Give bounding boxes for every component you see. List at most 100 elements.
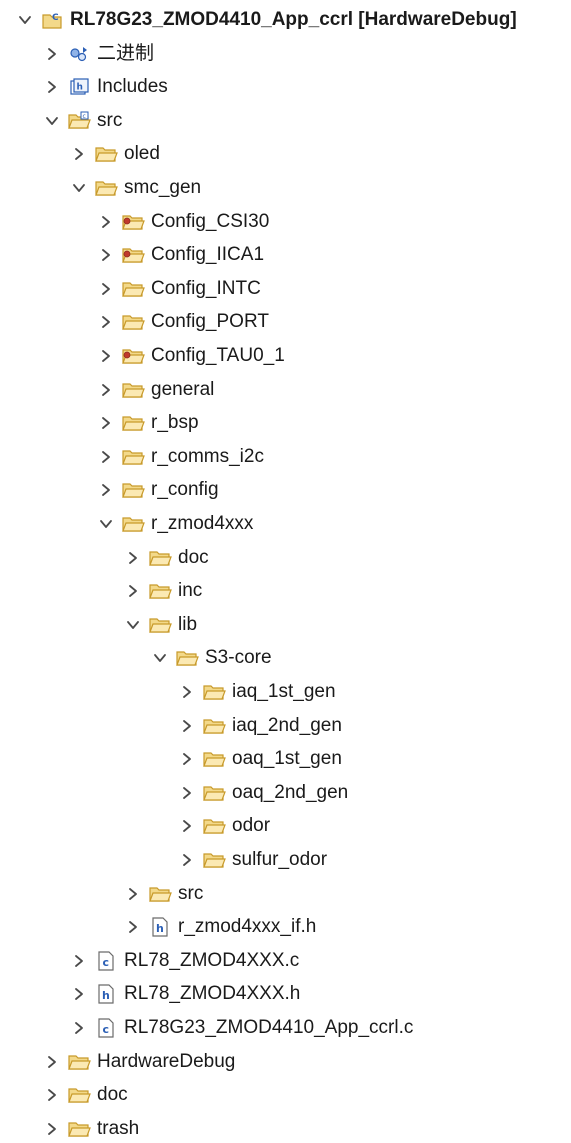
chevron-right-icon[interactable] <box>97 481 115 499</box>
chevron-right-icon[interactable] <box>124 918 142 936</box>
tree-item[interactable]: doc <box>43 1080 128 1110</box>
chevron-right-icon[interactable] <box>97 414 115 432</box>
folder-icon <box>202 816 226 836</box>
tree-item[interactable]: oaq_1st_gen <box>178 744 342 774</box>
folder-icon <box>121 413 145 433</box>
chevron-right-icon[interactable] <box>178 750 196 768</box>
tree-item-label: oaq_2nd_gen <box>232 781 349 803</box>
tree-item[interactable]: trash <box>43 1114 139 1143</box>
tree-item-label: iaq_1st_gen <box>232 681 336 702</box>
tree-item[interactable]: oled <box>70 139 160 169</box>
chevron-right-icon[interactable] <box>97 448 115 466</box>
tree-item[interactable]: h RL78_ZMOD4XXX.h <box>70 979 300 1009</box>
tree-item[interactable]: odor <box>178 811 270 841</box>
tree-item[interactable]: 二进制 <box>43 39 154 69</box>
chevron-down-icon[interactable] <box>16 11 34 29</box>
h-file-icon: h <box>94 984 118 1004</box>
c-file-icon: c <box>94 1018 118 1038</box>
chevron-right-icon[interactable] <box>178 851 196 869</box>
tree-item[interactable]: S3-core <box>151 643 272 673</box>
chevron-right-icon[interactable] <box>43 1053 61 1071</box>
chevron-right-icon[interactable] <box>124 582 142 600</box>
svg-text:h: h <box>102 989 110 1002</box>
chevron-right-icon[interactable] <box>43 1086 61 1104</box>
folder-icon <box>121 279 145 299</box>
chevron-right-icon[interactable] <box>43 1120 61 1138</box>
chevron-right-icon[interactable] <box>70 985 88 1003</box>
chevron-down-icon[interactable] <box>97 515 115 533</box>
tree-item-label: doc <box>97 1084 128 1106</box>
chevron-right-icon[interactable] <box>43 78 61 96</box>
tree-item[interactable]: c src <box>43 106 122 136</box>
tree-item[interactable]: r_zmod4xxx <box>97 509 253 539</box>
tree-item[interactable]: general <box>97 375 214 405</box>
tree-item[interactable]: doc <box>124 543 209 573</box>
chevron-down-icon[interactable] <box>43 112 61 130</box>
tree-item-label: r_zmod4xxx_if.h <box>178 916 317 938</box>
tree-item[interactable]: Config_TAU0_1 <box>97 341 285 371</box>
tree-item[interactable]: h r_zmod4xxx_if.h <box>124 912 316 942</box>
tree-item-label: Config_IICA1 <box>151 244 265 266</box>
tree-item[interactable]: oaq_2nd_gen <box>178 778 348 808</box>
chevron-right-icon[interactable] <box>43 45 61 63</box>
tree-item-label: Config_TAU0_1 <box>151 345 285 366</box>
tree-item-label: trash <box>97 1117 140 1139</box>
tree-item[interactable]: src <box>124 879 203 909</box>
tree-item[interactable]: HardwareDebug <box>43 1047 235 1077</box>
chevron-right-icon[interactable] <box>124 549 142 567</box>
chevron-right-icon[interactable] <box>70 1019 88 1037</box>
tree-item[interactable]: r_bsp <box>97 408 199 438</box>
tree-item[interactable]: iaq_2nd_gen <box>178 711 342 741</box>
folder-icon <box>67 1052 91 1072</box>
chevron-right-icon[interactable] <box>97 313 115 331</box>
tree-item[interactable]: lib <box>124 610 197 640</box>
folder-icon <box>67 1085 91 1105</box>
tree-item[interactable]: smc_gen <box>70 173 201 203</box>
tree-item[interactable]: c RL78_ZMOD4XXX.c <box>70 946 299 976</box>
tree-item[interactable]: Config_IICA1 <box>97 240 264 270</box>
tree-item-label: general <box>151 378 215 400</box>
tree-item-label: lib <box>178 613 198 635</box>
tree-item-label: inc <box>178 580 203 602</box>
folder-icon <box>94 178 118 198</box>
tree-item[interactable]: sulfur_odor <box>178 845 327 875</box>
chevron-down-icon[interactable] <box>70 179 88 197</box>
svg-text:c: c <box>103 1023 110 1036</box>
tree-item-label: S3-core <box>205 647 272 669</box>
chevron-right-icon[interactable] <box>97 381 115 399</box>
folder-icon <box>148 615 172 635</box>
project-root-item[interactable]: C RL78G23_ZMOD4410_App_ccrl [HardwareDebu… <box>16 5 517 35</box>
tree-item[interactable]: iaq_1st_gen <box>178 677 336 707</box>
chevron-right-icon[interactable] <box>70 952 88 970</box>
tree-item-label: HardwareDebug <box>97 1050 236 1072</box>
tree-item[interactable]: r_config <box>97 475 219 505</box>
chevron-right-icon[interactable] <box>97 213 115 231</box>
tree-item-label: Includes <box>97 76 168 98</box>
tree-item[interactable]: c RL78G23_ZMOD4410_App_ccrl.c <box>70 1013 413 1043</box>
chevron-right-icon[interactable] <box>178 784 196 802</box>
tree-item[interactable]: Config_CSI30 <box>97 207 269 237</box>
chevron-down-icon[interactable] <box>124 616 142 634</box>
folder-icon <box>94 144 118 164</box>
chevron-right-icon[interactable] <box>97 246 115 264</box>
chevron-right-icon[interactable] <box>178 683 196 701</box>
chevron-right-icon[interactable] <box>97 280 115 298</box>
project-explorer-tree: C RL78G23_ZMOD4410_App_ccrl [HardwareDebu… <box>0 0 571 1143</box>
tree-item-label: RL78_ZMOD4XXX.h <box>124 983 301 1005</box>
chevron-right-icon[interactable] <box>178 717 196 735</box>
folder-icon <box>121 514 145 534</box>
folder-icon <box>202 716 226 736</box>
chevron-right-icon[interactable] <box>70 145 88 163</box>
tree-item[interactable]: Config_INTC <box>97 274 261 304</box>
folder-icon <box>148 581 172 601</box>
tree-item-label: src <box>178 882 204 904</box>
tree-item[interactable]: r_comms_i2c <box>97 442 264 472</box>
chevron-right-icon[interactable] <box>97 347 115 365</box>
tree-item[interactable]: Config_PORT <box>97 307 269 337</box>
tree-item[interactable]: h Includes <box>43 72 168 102</box>
tree-item[interactable]: inc <box>124 576 202 606</box>
chevron-right-icon[interactable] <box>178 817 196 835</box>
chevron-down-icon[interactable] <box>151 649 169 667</box>
tree-item-label: RL78G23_ZMOD4410_App_ccrl [HardwareDebug… <box>70 9 517 30</box>
chevron-right-icon[interactable] <box>124 885 142 903</box>
